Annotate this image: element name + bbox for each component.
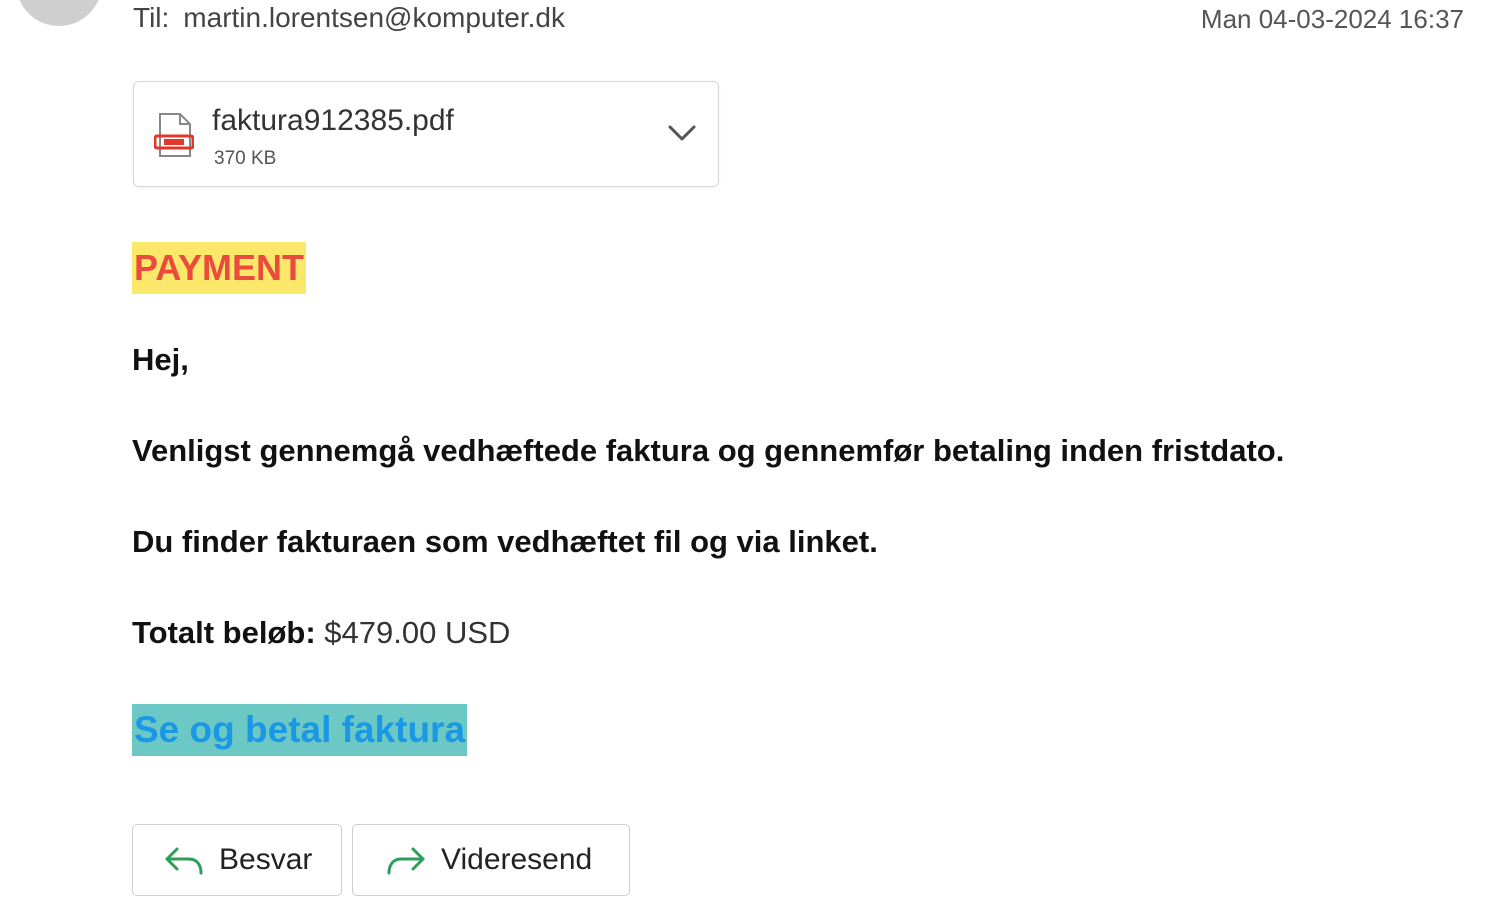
total-amount: $479.00 USD — [324, 615, 511, 650]
email-timestamp: Man 04-03-2024 16:37 — [1200, 4, 1464, 34]
body-paragraph-1: Venligst gennemgå vedhæftede faktura og … — [132, 433, 1285, 468]
attachment-file-name: faktura912385.pdf — [212, 104, 454, 137]
attachment-card[interactable]: faktura912385.pdf 370 KB — [133, 81, 719, 187]
total-amount-line: Totalt beløb: $479.00 USD — [132, 615, 510, 651]
forward-button[interactable]: Videresend — [352, 824, 630, 896]
pdf-file-icon — [154, 113, 194, 157]
payment-heading: PAYMENT — [132, 242, 307, 294]
reply-label: Besvar — [219, 843, 313, 876]
sender-avatar — [16, 0, 102, 26]
total-label: Totalt beløb: — [132, 615, 316, 650]
forward-label: Videresend — [441, 843, 593, 876]
to-label: Til: — [133, 2, 170, 33]
attachment-file-size: 370 KB — [214, 148, 277, 169]
reply-arrow-icon — [165, 847, 203, 875]
recipient-address: martin.lorentsen@komputer.dk — [183, 2, 566, 33]
body-paragraph-2: Du finder fakturaen som vedhæftet fil og… — [132, 524, 878, 559]
pay-invoice-link[interactable]: Se og betal faktura — [132, 704, 468, 756]
reply-button[interactable]: Besvar — [132, 824, 342, 896]
greeting-text: Hej, — [132, 342, 189, 377]
forward-arrow-icon — [387, 847, 425, 875]
recipient-line: Til: martin.lorentsen@komputer.dk — [133, 2, 565, 34]
chevron-down-icon[interactable] — [666, 122, 698, 144]
email-view: Til: martin.lorentsen@komputer.dk Man 04-… — [0, 0, 1500, 918]
